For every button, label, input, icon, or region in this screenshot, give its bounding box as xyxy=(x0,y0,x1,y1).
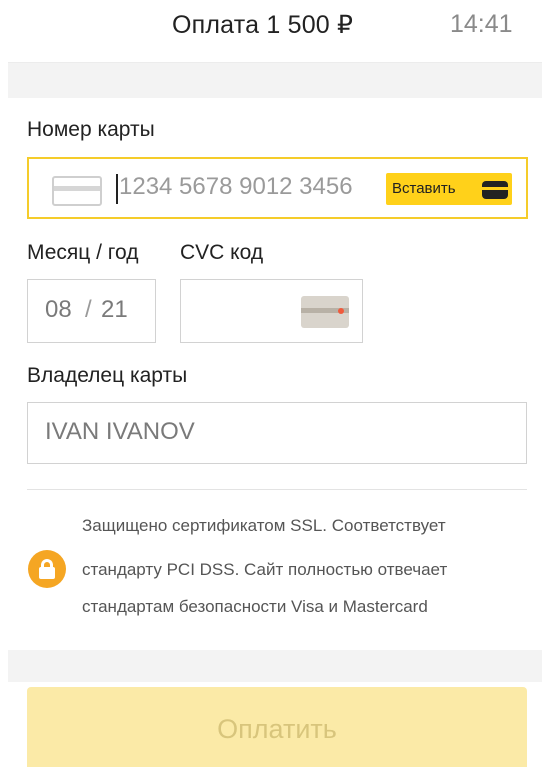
card-number-label: Номер карты xyxy=(27,118,155,141)
lock-icon xyxy=(28,550,66,588)
top-separator-band xyxy=(8,62,542,98)
card-number-input[interactable]: 1234 5678 9012 3456 xyxy=(119,173,387,205)
status-time: 14:41 xyxy=(450,10,513,38)
owner-label: Владелец карты xyxy=(27,364,188,387)
paste-button[interactable]: Вставить xyxy=(386,173,512,205)
pay-button-label: Оплатить xyxy=(217,714,337,744)
expiry-separator: / xyxy=(85,296,92,323)
paste-button-label: Вставить xyxy=(392,180,456,197)
expiry-label: Месяц / год xyxy=(27,241,139,264)
expiry-month[interactable]: 08 xyxy=(45,296,72,324)
expiry-year[interactable]: 21 xyxy=(101,296,128,324)
divider xyxy=(27,489,527,490)
card-icon xyxy=(482,181,508,199)
bottom-separator-band xyxy=(8,650,542,682)
cvc-label: CVC код xyxy=(180,241,264,264)
card-icon xyxy=(52,176,102,206)
security-text-line: Защищено сертификатом SSL. Соответствует xyxy=(82,516,446,535)
header: Оплата 1 500 ₽ 14:41 xyxy=(0,0,543,60)
security-text-line: стандарту PCI DSS. Сайт полностью отвеча… xyxy=(82,560,448,579)
pay-button[interactable]: Оплатить xyxy=(27,687,527,767)
card-back-icon xyxy=(301,296,349,328)
payment-title: Оплата 1 500 ₽ xyxy=(172,11,354,39)
text-caret xyxy=(116,174,118,204)
owner-input[interactable]: IVAN IVANOV xyxy=(45,418,195,446)
security-text-line: стандартам безопасности Visa и Mastercar… xyxy=(82,597,428,616)
